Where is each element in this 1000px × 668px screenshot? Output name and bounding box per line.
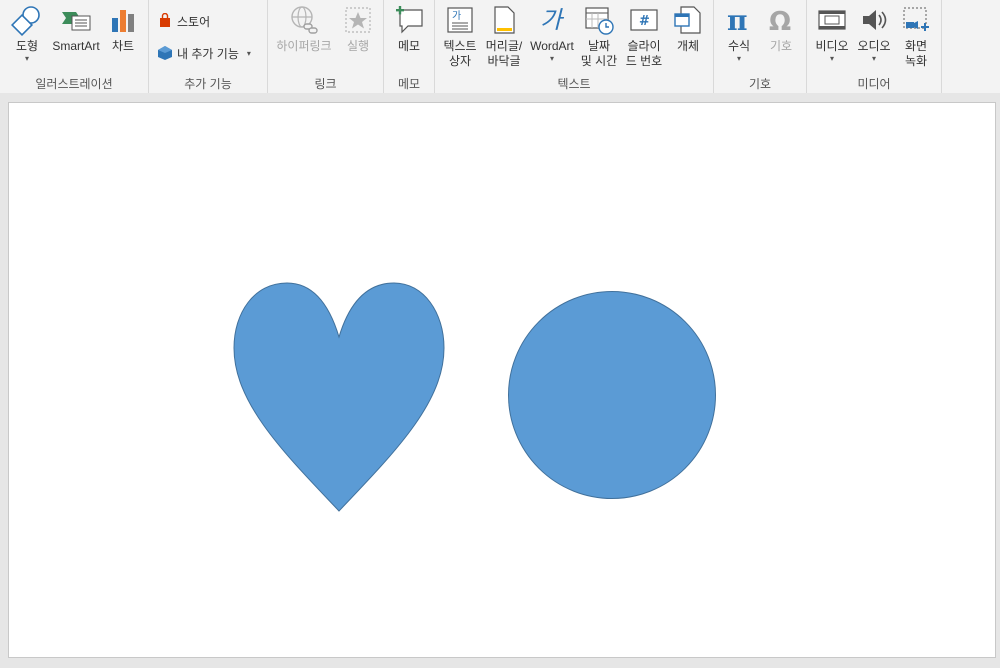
hyperlink-label: 하이퍼링크 xyxy=(276,39,332,53)
shapes-icon xyxy=(11,4,43,36)
heart-shape[interactable] xyxy=(233,282,445,512)
screen-recording-button[interactable]: 화면 녹화 xyxy=(895,4,937,72)
datetime-button[interactable]: 날짜 및 시간 xyxy=(577,4,621,72)
symbol-button[interactable]: Ω 기호 xyxy=(760,4,802,72)
hyperlink-icon xyxy=(288,4,320,36)
group-label-illustrations: 일러스트레이션 xyxy=(35,77,113,91)
store-button[interactable]: 스토어 xyxy=(157,10,210,32)
group-links: 하이퍼링크 실행 링크 xyxy=(268,0,384,93)
group-label-symbols: 기호 xyxy=(748,77,772,91)
my-addins-button[interactable]: 내 추가 기능 ▾ xyxy=(157,42,251,64)
ribbon-insert-tab: 도형 ▾ SmartArt 차트 일러스트레이션 스토어 내 추가 기능 ▾ 추… xyxy=(0,0,1000,94)
svg-text:#: # xyxy=(639,14,650,29)
group-label-text: 텍스트 xyxy=(557,77,591,91)
group-symbols: π 수식 ▾ Ω 기호 기호 xyxy=(714,0,807,93)
group-text: 가 텍스트 상자 머리글/ 바닥글 가 WordArt ▾ 날짜 및 시간 # … xyxy=(435,0,714,93)
speaker-icon xyxy=(858,4,890,36)
screen-recording-label: 화면 녹화 xyxy=(904,39,928,68)
my-addins-label: 내 추가 기능 xyxy=(177,46,239,61)
video-button[interactable]: 비디오 ▾ xyxy=(811,4,853,72)
chevron-down-icon: ▾ xyxy=(736,54,741,63)
smartart-label: SmartArt xyxy=(52,39,100,53)
svg-text:가: 가 xyxy=(540,6,565,34)
chevron-down-icon: ▾ xyxy=(549,54,554,63)
header-footer-icon xyxy=(488,4,520,36)
audio-button[interactable]: 오디오 ▾ xyxy=(853,4,895,72)
object-icon xyxy=(672,4,704,36)
header-footer-label: 머리글/ 바닥글 xyxy=(485,39,523,68)
ribbon-separator xyxy=(0,93,1000,102)
group-label-comments: 메모 xyxy=(397,77,421,91)
action-star-icon xyxy=(342,4,374,36)
shapes-button[interactable]: 도형 ▾ xyxy=(6,4,48,72)
symbol-label: 기호 xyxy=(769,39,793,53)
chevron-down-icon: ▾ xyxy=(871,54,876,63)
store-icon xyxy=(157,13,173,29)
slide-canvas[interactable] xyxy=(8,102,996,658)
chart-label: 차트 xyxy=(111,39,135,53)
textbox-button[interactable]: 가 텍스트 상자 xyxy=(439,4,481,72)
my-addins-icon xyxy=(157,45,173,61)
slide-number-icon: # xyxy=(628,4,660,36)
comment-button[interactable]: 메모 xyxy=(388,4,430,72)
film-icon xyxy=(816,4,848,36)
chevron-down-icon: ▾ xyxy=(829,54,834,63)
header-footer-button[interactable]: 머리글/ 바닥글 xyxy=(481,4,527,72)
chevron-down-icon: ▾ xyxy=(246,48,251,58)
comment-icon xyxy=(393,4,425,36)
audio-label: 오디오 xyxy=(857,39,891,53)
equation-button[interactable]: π 수식 ▾ xyxy=(718,4,760,72)
comment-label: 메모 xyxy=(397,39,421,53)
object-label: 개체 xyxy=(676,39,700,53)
slide-number-label: 슬라이 드 번호 xyxy=(625,39,663,68)
textbox-label: 텍스트 상자 xyxy=(443,39,477,68)
calendar-clock-icon xyxy=(583,4,615,36)
textbox-icon: 가 xyxy=(444,4,476,36)
group-comments: 메모 메모 xyxy=(384,0,435,93)
smartart-icon xyxy=(60,4,92,36)
action-label: 실행 xyxy=(346,39,370,53)
svg-text:Ω: Ω xyxy=(769,7,791,36)
pi-icon: π xyxy=(723,4,755,36)
wordart-button[interactable]: 가 WordArt ▾ xyxy=(527,4,577,72)
video-label: 비디오 xyxy=(815,39,849,53)
wordart-icon: 가 xyxy=(536,4,568,36)
svg-text:π: π xyxy=(727,4,748,36)
group-media: 비디오 ▾ 오디오 ▾ 화면 녹화 미디어 xyxy=(807,0,942,93)
slide-number-button[interactable]: # 슬라이 드 번호 xyxy=(621,4,667,72)
group-label-addins: 추가 기능 xyxy=(184,77,232,91)
chart-icon xyxy=(107,4,139,36)
group-label-links: 링크 xyxy=(314,77,337,91)
chevron-down-icon: ▾ xyxy=(24,54,29,63)
svg-text:가: 가 xyxy=(452,10,461,22)
shapes-label: 도형 xyxy=(15,39,39,53)
circle-shape[interactable] xyxy=(508,291,716,499)
equation-label: 수식 xyxy=(727,39,751,53)
slide-svg xyxy=(233,282,716,512)
omega-icon: Ω xyxy=(765,4,797,36)
group-addins: 스토어 내 추가 기능 ▾ 추가 기능 xyxy=(149,0,268,93)
smartart-button[interactable]: SmartArt xyxy=(50,4,102,72)
wordart-label: WordArt xyxy=(530,39,574,53)
chart-button[interactable]: 차트 xyxy=(104,4,142,72)
object-button[interactable]: 개체 xyxy=(667,4,709,72)
group-label-media: 미디어 xyxy=(857,77,891,91)
store-label: 스토어 xyxy=(177,14,211,29)
group-illustrations: 도형 ▾ SmartArt 차트 일러스트레이션 xyxy=(0,0,149,93)
action-button[interactable]: 실행 xyxy=(338,4,378,72)
screen-recording-icon xyxy=(900,4,932,36)
hyperlink-button[interactable]: 하이퍼링크 xyxy=(272,4,336,72)
datetime-label: 날짜 및 시간 xyxy=(580,39,618,68)
